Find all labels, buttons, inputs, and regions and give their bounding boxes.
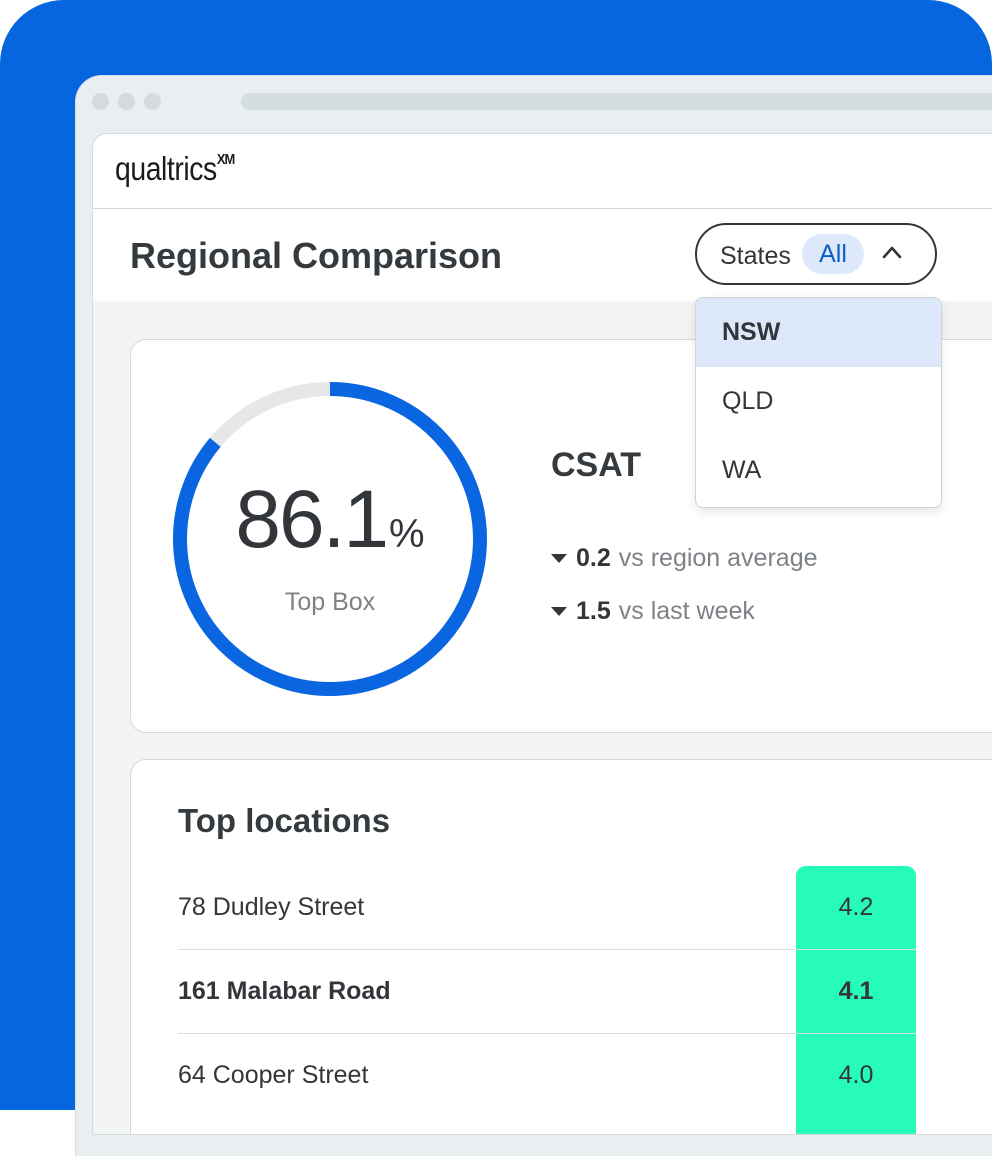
- qualtrics-logo: qualtricsXM: [115, 150, 235, 188]
- location-score: 4.1: [838, 977, 874, 1005]
- title-bar: Regional Comparison States All: [93, 209, 992, 301]
- window-dot-close[interactable]: [92, 93, 109, 110]
- window-dot-minimize[interactable]: [118, 93, 135, 110]
- top-locations-title: Top locations: [178, 802, 391, 839]
- location-score: 4.2: [838, 893, 874, 921]
- states-filter-value: All: [802, 234, 864, 274]
- states-filter-label: States: [720, 242, 791, 270]
- delta-region-average: 0.2 vs region average: [551, 544, 818, 573]
- location-name: 161 Malabar Road: [178, 977, 391, 1005]
- window-dot-maximize[interactable]: [144, 93, 161, 110]
- states-filter-button[interactable]: States All: [695, 223, 937, 285]
- logo-text: qualtrics: [115, 150, 217, 187]
- top-locations-card: Top locations 78 Dudley Street 4.2 161 M…: [130, 759, 992, 1134]
- location-row[interactable]: 161 Malabar Road 4.1: [178, 950, 916, 1034]
- address-bar[interactable]: [241, 93, 992, 110]
- chevron-up-icon: [882, 246, 902, 259]
- dropdown-option-wa[interactable]: WA: [696, 436, 941, 505]
- gauge-label: Top Box: [284, 588, 376, 616]
- delta-value: 0.2: [576, 544, 611, 572]
- delta-last-week: 1.5 vs last week: [551, 597, 755, 626]
- dropdown-option-nsw[interactable]: NSW: [696, 298, 941, 367]
- location-row[interactable]: 78 Dudley Street 4.2: [178, 866, 916, 950]
- app-frame: qualtricsXM Regional Comparison States A…: [93, 134, 992, 1134]
- csat-title: CSAT: [551, 446, 642, 484]
- location-score: 4.0: [838, 1061, 874, 1089]
- delta-text: vs last week: [618, 597, 755, 625]
- triangle-down-icon: [551, 607, 567, 616]
- delta-text: vs region average: [618, 544, 818, 572]
- window-controls: [92, 93, 161, 110]
- location-row[interactable]: 64 Cooper Street 4.0: [178, 1034, 916, 1118]
- delta-value: 1.5: [576, 597, 611, 625]
- dropdown-option-qld[interactable]: QLD: [696, 367, 941, 436]
- logo-superscript: XM: [216, 151, 235, 168]
- location-name: 64 Cooper Street: [178, 1061, 369, 1089]
- gauge-number: 86.1: [235, 474, 389, 565]
- app-header: qualtricsXM: [93, 134, 992, 209]
- gauge-value: 86.1%: [171, 473, 489, 567]
- triangle-down-icon: [551, 554, 567, 563]
- page-title: Regional Comparison: [130, 235, 503, 276]
- gauge-unit: %: [389, 512, 425, 556]
- location-name: 78 Dudley Street: [178, 893, 365, 921]
- states-dropdown-menu: NSW QLD WA: [695, 297, 942, 508]
